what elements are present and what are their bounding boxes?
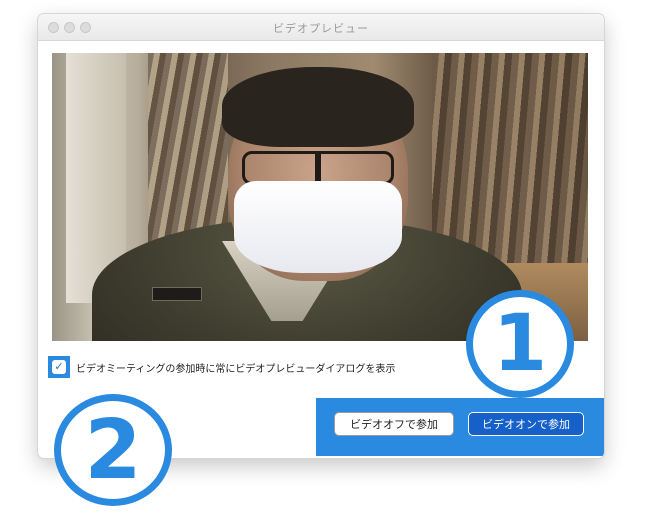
face-mask [234, 181, 402, 273]
checkmark-icon: ✓ [54, 360, 64, 373]
button-highlight: ビデオオフで参加 ビデオオンで参加 [316, 398, 604, 456]
join-with-video-button[interactable]: ビデオオンで参加 [468, 412, 584, 436]
join-without-video-button[interactable]: ビデオオフで参加 [334, 412, 454, 436]
checkbox-highlight: ✓ [48, 356, 70, 378]
always-show-preview-checkbox[interactable]: ✓ [52, 360, 66, 374]
title-bar: ビデオプレビュー [38, 14, 604, 41]
callout-number-2: 2 [54, 394, 172, 506]
window-title: ビデオプレビュー [273, 22, 369, 35]
always-show-preview-label: ビデオミーティングの参加時に常にビデオプレビューダイアログを表示 [76, 364, 396, 375]
callout-number-1: 1 [466, 290, 574, 398]
